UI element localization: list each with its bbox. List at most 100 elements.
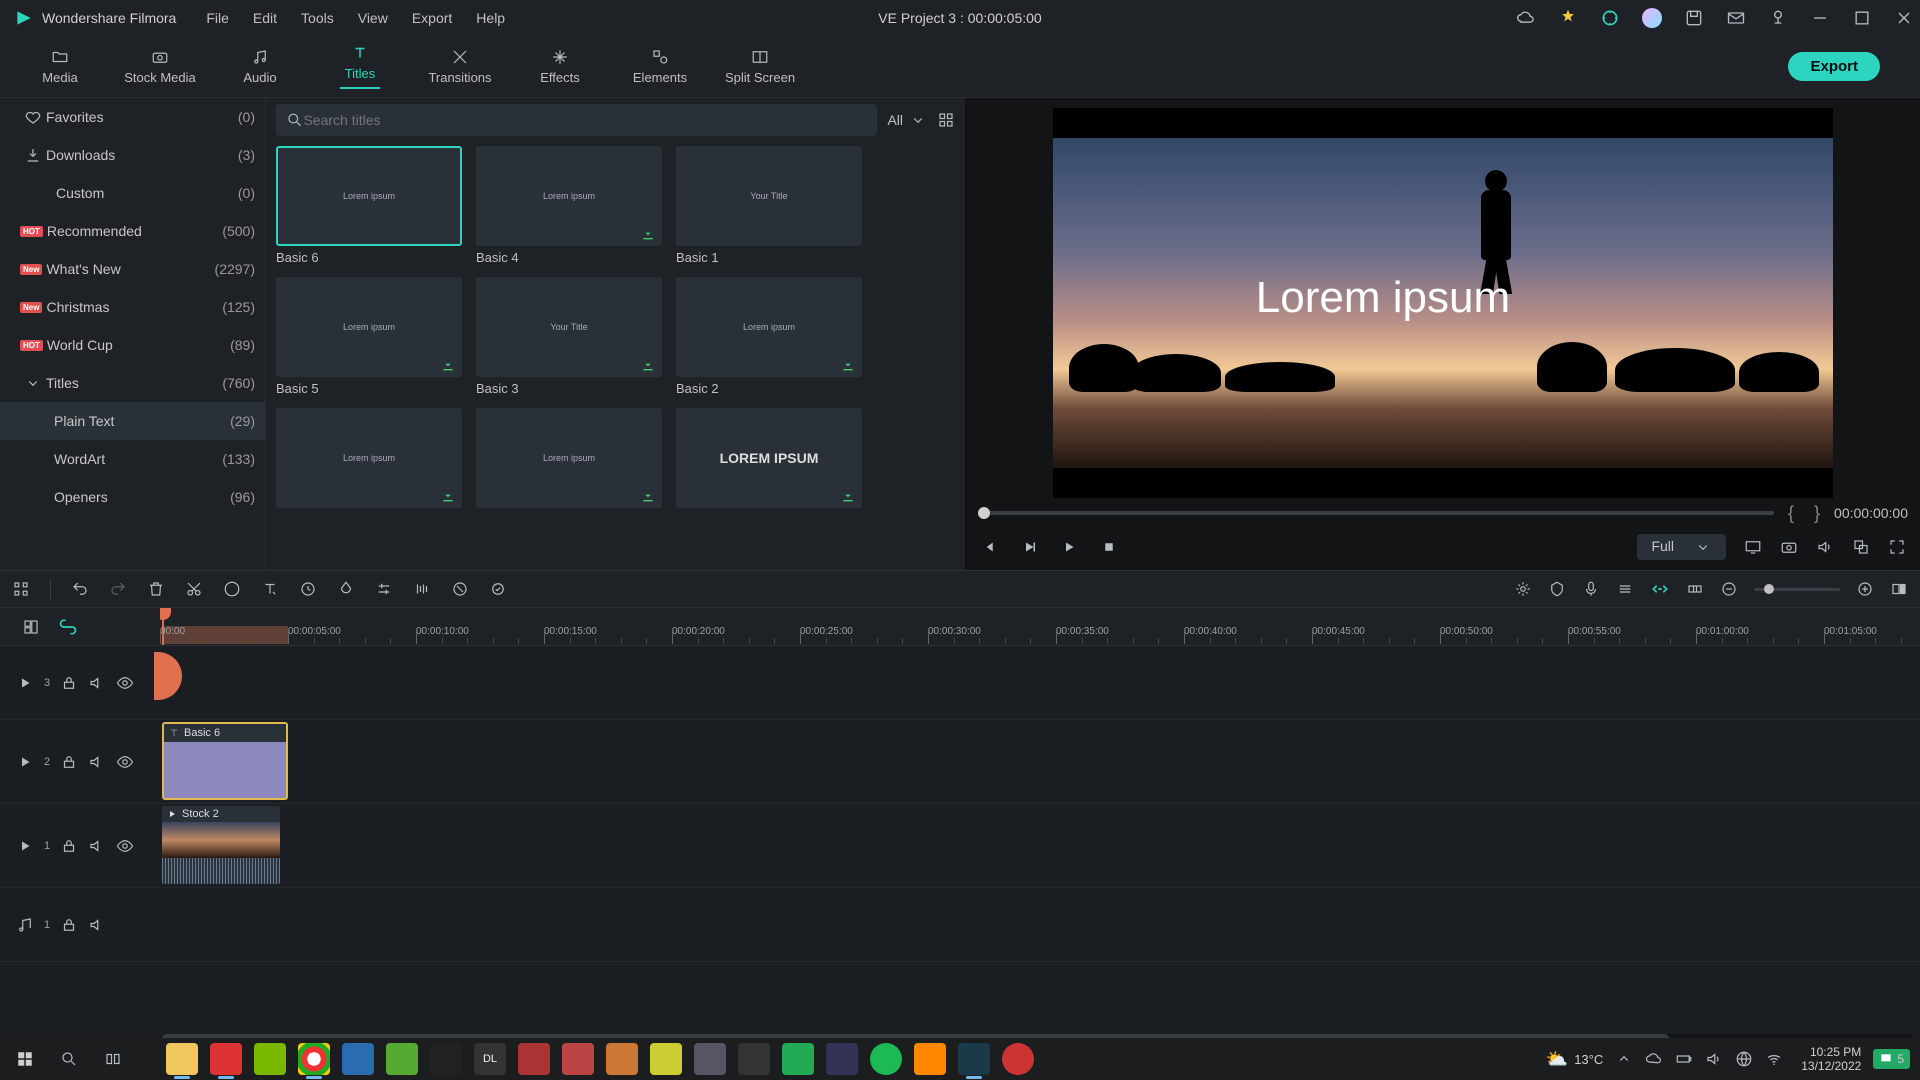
sidebar-item-whats-new[interactable]: NewWhat's New(2297) bbox=[0, 250, 265, 288]
search-box[interactable] bbox=[276, 104, 877, 136]
search-button[interactable] bbox=[54, 1044, 84, 1074]
download-icon[interactable] bbox=[440, 357, 456, 373]
app-generic-2[interactable] bbox=[386, 1043, 418, 1075]
zoom-in-button[interactable] bbox=[1856, 580, 1874, 598]
green-screen-button[interactable] bbox=[451, 580, 469, 598]
adjust-button[interactable] bbox=[375, 580, 393, 598]
app-filmora[interactable] bbox=[958, 1043, 990, 1075]
speed-button[interactable] bbox=[299, 580, 317, 598]
app-generic-6[interactable] bbox=[562, 1043, 594, 1075]
app-opera[interactable] bbox=[210, 1043, 242, 1075]
sidebar-item-favorites[interactable]: Favorites(0) bbox=[0, 98, 265, 136]
snapshot-button[interactable] bbox=[1780, 538, 1798, 556]
tab-titles[interactable]: Titles bbox=[310, 44, 410, 89]
download-icon[interactable] bbox=[840, 357, 856, 373]
notifications-button[interactable]: 5 bbox=[1873, 1049, 1910, 1069]
menu-file[interactable]: File bbox=[206, 10, 229, 26]
lock-icon[interactable] bbox=[60, 916, 78, 934]
title-clip-basic-6[interactable]: Basic 6 bbox=[162, 722, 288, 800]
cloud-icon[interactable] bbox=[1516, 8, 1536, 28]
preview-video[interactable]: Lorem ipsum bbox=[1053, 108, 1833, 498]
app-generic-12[interactable] bbox=[826, 1043, 858, 1075]
mark-in-button[interactable]: { bbox=[1782, 503, 1800, 524]
mute-icon[interactable] bbox=[88, 837, 106, 855]
playhead[interactable] bbox=[162, 608, 164, 645]
fullscreen-button[interactable] bbox=[1888, 538, 1906, 556]
visibility-icon[interactable] bbox=[116, 837, 134, 855]
tab-effects[interactable]: Effects bbox=[510, 48, 610, 85]
snap-button[interactable] bbox=[1686, 580, 1704, 598]
weather-widget[interactable]: ⛅13°C bbox=[1546, 1049, 1603, 1070]
sidebar-item-plain-text[interactable]: Plain Text(29) bbox=[0, 402, 265, 440]
title-card[interactable]: Lorem ipsumBasic 5 bbox=[276, 277, 462, 396]
preview-scrubber[interactable] bbox=[978, 511, 1774, 515]
app-generic-11[interactable] bbox=[782, 1043, 814, 1075]
mute-icon[interactable] bbox=[88, 753, 106, 771]
app-generic-3[interactable] bbox=[430, 1043, 462, 1075]
play-button[interactable] bbox=[1060, 538, 1078, 556]
visibility-icon[interactable] bbox=[116, 753, 134, 771]
lock-icon[interactable] bbox=[60, 837, 78, 855]
keyframe-button[interactable] bbox=[413, 580, 431, 598]
tab-transitions[interactable]: Transitions bbox=[410, 48, 510, 85]
detach-button[interactable] bbox=[1852, 538, 1870, 556]
auto-ripple-button[interactable] bbox=[1650, 579, 1670, 599]
save-icon[interactable] bbox=[1684, 8, 1704, 28]
taskbar-clock[interactable]: 10:25 PM13/12/2022 bbox=[1801, 1045, 1861, 1073]
tab-elements[interactable]: Elements bbox=[610, 48, 710, 85]
sidebar-item-downloads[interactable]: Downloads(3) bbox=[0, 136, 265, 174]
app-generic-4[interactable]: DL bbox=[474, 1043, 506, 1075]
export-button[interactable]: Export bbox=[1788, 52, 1880, 81]
mixer-button[interactable] bbox=[1616, 580, 1634, 598]
motion-button[interactable] bbox=[489, 580, 507, 598]
title-card[interactable]: Lorem ipsum bbox=[476, 408, 662, 512]
title-card[interactable]: Your TitleBasic 3 bbox=[476, 277, 662, 396]
menu-edit[interactable]: Edit bbox=[253, 10, 277, 26]
lock-icon[interactable] bbox=[60, 753, 78, 771]
download-icon[interactable] bbox=[640, 357, 656, 373]
mail-icon[interactable] bbox=[1726, 8, 1746, 28]
link-toggle[interactable] bbox=[58, 617, 78, 637]
crop-button[interactable] bbox=[223, 580, 241, 598]
title-card[interactable]: Lorem ipsumBasic 4 bbox=[476, 146, 662, 265]
render-button[interactable] bbox=[1514, 580, 1532, 598]
menu-export[interactable]: Export bbox=[412, 10, 452, 26]
tray-language-icon[interactable] bbox=[1735, 1050, 1753, 1068]
video-clip-stock-2[interactable]: Stock 2 bbox=[162, 806, 280, 884]
record-vo-button[interactable] bbox=[1582, 580, 1600, 598]
title-overlay-text[interactable]: Lorem ipsum bbox=[1256, 273, 1510, 323]
stop-button[interactable] bbox=[1100, 538, 1118, 556]
cut-button[interactable] bbox=[185, 580, 203, 598]
sidebar-item-titles[interactable]: Titles(760) bbox=[0, 364, 265, 402]
redo-button[interactable] bbox=[109, 580, 127, 598]
timeline-ruler[interactable]: 00:0000:00:05:0000:00:10:0000:00:15:0000… bbox=[160, 608, 1920, 645]
app-chrome[interactable] bbox=[298, 1043, 330, 1075]
tray-chevron-icon[interactable] bbox=[1615, 1050, 1633, 1068]
volume-button[interactable] bbox=[1816, 538, 1834, 556]
app-generic-5[interactable] bbox=[518, 1043, 550, 1075]
menu-tools[interactable]: Tools bbox=[301, 10, 334, 26]
prev-frame-button[interactable] bbox=[980, 538, 998, 556]
tray-wifi-icon[interactable] bbox=[1765, 1050, 1783, 1068]
download-icon[interactable] bbox=[840, 488, 856, 504]
start-button[interactable] bbox=[10, 1044, 40, 1074]
title-card[interactable]: Your TitleBasic 1 bbox=[676, 146, 862, 265]
app-generic-10[interactable] bbox=[738, 1043, 770, 1075]
sidebar-item-christmas[interactable]: NewChristmas(125) bbox=[0, 288, 265, 326]
sidebar-item-world-cup[interactable]: HOTWorld Cup(89) bbox=[0, 326, 265, 364]
tray-volume-icon[interactable] bbox=[1705, 1050, 1723, 1068]
tab-split-screen[interactable]: Split Screen bbox=[710, 48, 810, 85]
app-generic-1[interactable] bbox=[342, 1043, 374, 1075]
mute-icon[interactable] bbox=[88, 674, 106, 692]
search-input[interactable] bbox=[303, 112, 867, 128]
tray-onedrive-icon[interactable] bbox=[1645, 1050, 1663, 1068]
marker-button[interactable] bbox=[1548, 580, 1566, 598]
sidebar-item-wordart[interactable]: WordArt(133) bbox=[0, 440, 265, 478]
app-generic-8[interactable] bbox=[650, 1043, 682, 1075]
sidebar-item-custom[interactable]: Custom(0) bbox=[0, 174, 265, 212]
mute-icon[interactable] bbox=[88, 916, 106, 934]
filter-dropdown[interactable]: All bbox=[887, 111, 927, 129]
quality-dropdown[interactable]: Full bbox=[1637, 534, 1726, 560]
download-icon[interactable] bbox=[640, 226, 656, 242]
task-view-button[interactable] bbox=[98, 1044, 128, 1074]
